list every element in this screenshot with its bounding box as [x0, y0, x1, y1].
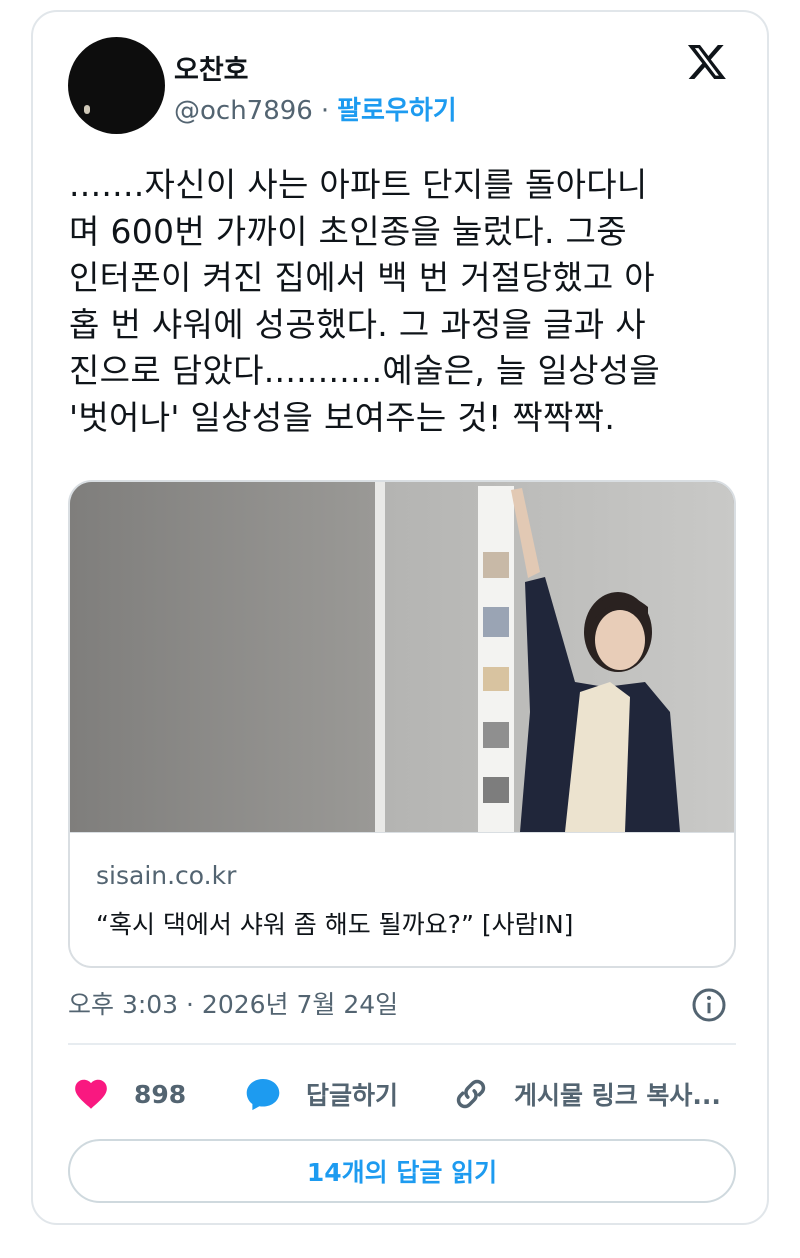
like-button[interactable]: 898: [72, 1064, 186, 1124]
author-handle[interactable]: @och7896: [174, 96, 313, 126]
copy-link-button[interactable]: 게시물 링크 복사...: [452, 1064, 721, 1124]
heart-icon: [75, 1079, 107, 1109]
link-domain: sisain.co.kr: [96, 861, 237, 890]
speech-bubble-icon: [246, 1078, 280, 1111]
info-icon[interactable]: [691, 987, 727, 1023]
read-replies-button[interactable]: 14개의 답글 읽기: [68, 1139, 736, 1203]
link-meta: sisain.co.kr “혹시 댁에서 샤워 좀 해도 될까요?” [사람IN…: [70, 832, 734, 966]
reply-button[interactable]: 답글하기: [244, 1064, 398, 1124]
reply-label: 답글하기: [306, 1081, 399, 1110]
article-photo: [70, 482, 734, 832]
tweet-card: 오찬호 @och7896 · 팔로우하기 .......자신이 사는 아파트 단지를…: [31, 10, 769, 1225]
separator-dot: ·: [320, 96, 330, 126]
like-count: 898: [134, 1079, 187, 1109]
link-title[interactable]: “혹시 댁에서 샤워 좀 해도 될까요?” [사람IN]: [96, 905, 573, 941]
handle-row: @och7896 · 팔로우하기: [174, 90, 457, 127]
link-icon: [456, 1079, 486, 1109]
action-bar: 898 답글하기 게시물 링크 복사...: [68, 1064, 748, 1124]
tweet-timestamp[interactable]: 오후 3:03 · 2026년 7월 24일: [68, 985, 398, 1021]
follow-button[interactable]: 팔로우하기: [337, 96, 457, 126]
divider: [68, 1043, 736, 1045]
link-preview-card[interactable]: sisain.co.kr “혹시 댁에서 샤워 좀 해도 될까요?” [사람IN…: [68, 480, 736, 968]
avatar-detail: [84, 105, 90, 114]
copy-link-label: 게시물 링크 복사...: [514, 1081, 721, 1110]
x-logo-icon[interactable]: [685, 41, 729, 83]
author-name[interactable]: 오찬호: [174, 48, 249, 87]
tweet-text: .......자신이 사는 아파트 단지를 돌아다니 며 600번 가까이 초인…: [69, 165, 661, 437]
avatar[interactable]: [68, 37, 165, 134]
